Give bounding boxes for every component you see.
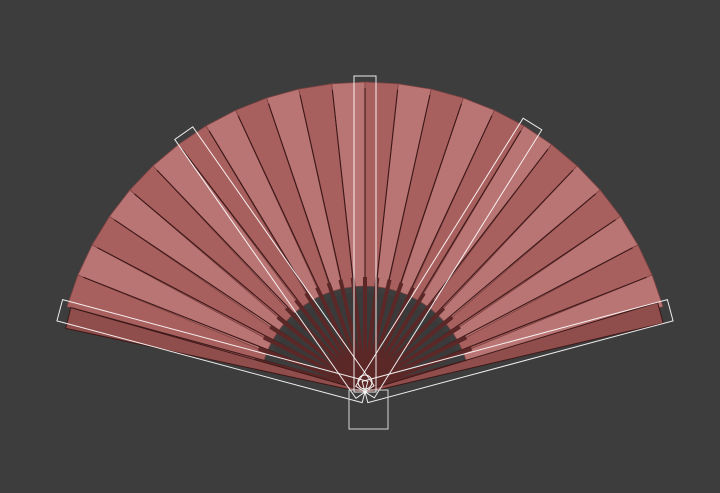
3d-viewport[interactable]	[0, 0, 720, 493]
fan-model-viewport[interactable]	[0, 0, 720, 493]
